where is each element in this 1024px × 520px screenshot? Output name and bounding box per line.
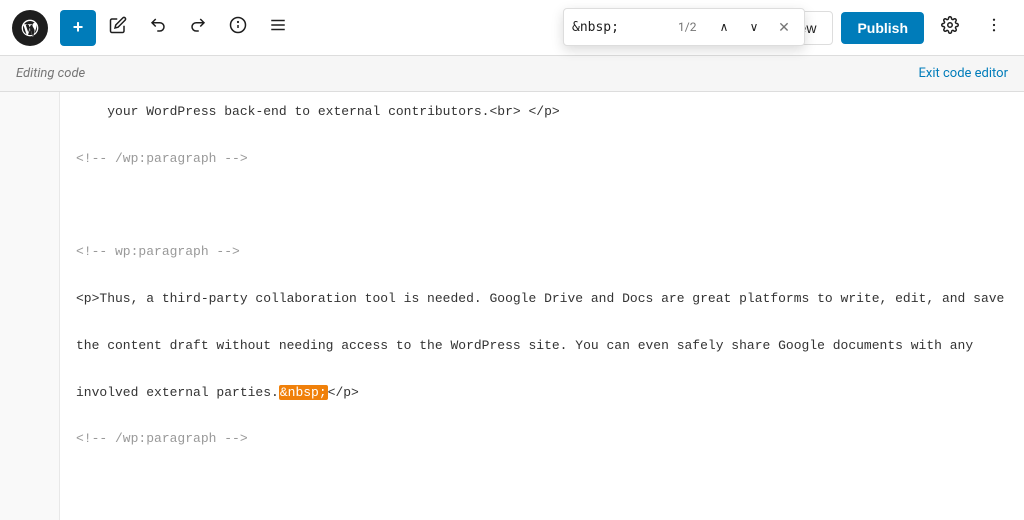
code-line <box>76 357 1008 380</box>
code-line-comment: <!-- /wp:paragraph --> <box>76 147 1008 170</box>
find-input[interactable] <box>572 20 672 35</box>
info-icon <box>229 16 247 39</box>
list-view-button[interactable] <box>260 10 296 46</box>
code-line <box>76 474 1008 497</box>
chevron-up-icon: ∧ <box>720 20 729 34</box>
code-line <box>76 311 1008 334</box>
find-next-button[interactable]: ∨ <box>742 15 766 39</box>
gear-icon <box>941 16 959 39</box>
find-bar: 1/2 ∧ ∨ ✕ <box>563 8 805 46</box>
code-line <box>76 264 1008 287</box>
redo-button[interactable] <box>180 10 216 46</box>
add-block-button[interactable]: + <box>60 10 96 46</box>
nbsp-highlight-orange: &nbsp; <box>279 385 328 400</box>
plus-icon: + <box>73 17 84 38</box>
code-line <box>76 194 1008 217</box>
redo-icon <box>189 16 207 39</box>
code-line <box>76 217 1008 240</box>
editor-wrapper: your WordPress back-end to external cont… <box>0 92 1024 520</box>
find-close-button[interactable]: ✕ <box>772 15 796 39</box>
undo-icon <box>149 16 167 39</box>
find-prev-button[interactable]: ∧ <box>712 15 736 39</box>
code-line: the content draft without needing access… <box>76 334 1008 357</box>
code-line-paragraph: <p>Thus, a third-party collaboration too… <box>76 287 1008 310</box>
edit-button[interactable] <box>100 10 136 46</box>
code-line: your WordPress back-end to external cont… <box>76 100 1008 123</box>
code-line <box>76 451 1008 474</box>
chevron-down-icon: ∨ <box>750 20 759 34</box>
find-count: 1/2 <box>678 20 706 34</box>
code-line-nbsp-1: involved external parties.&nbsp;</p> <box>76 381 1008 404</box>
undo-button[interactable] <box>140 10 176 46</box>
list-icon <box>269 16 287 39</box>
code-line-comment: <!-- /wp:paragraph --> <box>76 427 1008 450</box>
code-line <box>76 170 1008 193</box>
dots-icon <box>985 16 1003 39</box>
info-button[interactable] <box>220 10 256 46</box>
wordpress-icon <box>20 18 40 38</box>
publish-button[interactable]: Publish <box>841 12 924 44</box>
code-editor[interactable]: your WordPress back-end to external cont… <box>60 92 1024 520</box>
close-icon: ✕ <box>778 19 790 36</box>
edit-icon <box>109 16 127 39</box>
code-line-comment: <!-- wp:paragraph --> <box>76 240 1008 263</box>
code-line <box>76 123 1008 146</box>
editing-code-label: Editing code <box>16 66 85 81</box>
more-options-button[interactable] <box>976 10 1012 46</box>
code-line <box>76 498 1008 520</box>
toolbar: + <box>0 0 1024 56</box>
exit-code-editor-link[interactable]: Exit code editor <box>919 66 1008 81</box>
settings-button[interactable] <box>932 10 968 46</box>
status-bar: Editing code Exit code editor <box>0 56 1024 92</box>
line-gutter <box>0 92 60 520</box>
wp-logo[interactable] <box>12 10 48 46</box>
code-line <box>76 404 1008 427</box>
